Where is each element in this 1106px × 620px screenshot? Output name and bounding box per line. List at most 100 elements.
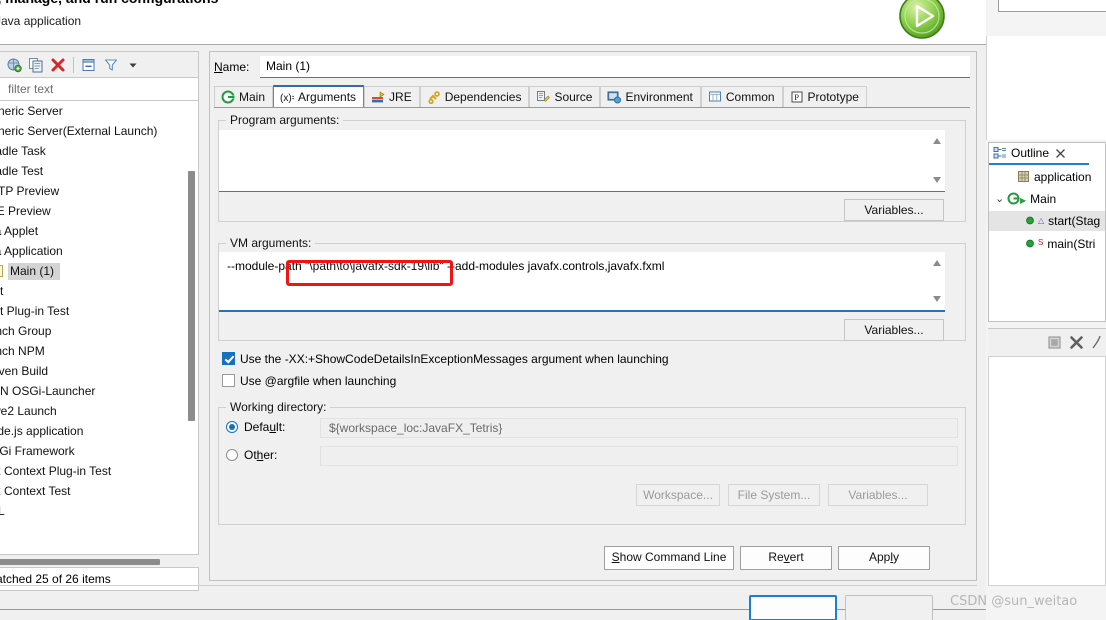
program-arguments-input[interactable] — [219, 130, 945, 192]
run-button[interactable] — [749, 595, 837, 620]
working-dir-other-row[interactable]: Other: — [226, 448, 277, 462]
duplicate-icon[interactable] — [25, 55, 47, 75]
vm-args-suffix: --add-modules javafx.controls,javafx.fxm… — [444, 259, 665, 273]
vm-arguments-variables-button[interactable]: Variables... — [844, 319, 944, 341]
outline-tree-item[interactable]: ⌄▶Main — [989, 189, 1105, 209]
list-vertical-scrollbar[interactable] — [188, 171, 195, 421]
list-item[interactable]: Unit — [0, 281, 198, 301]
list-item[interactable]: Gradle Test — [0, 161, 198, 181]
configuration-type-list[interactable]: Generic ServerGeneric Server(External La… — [0, 101, 199, 555]
page-title: te, manage, and run configurations — [0, 0, 218, 6]
apply-button[interactable]: Apply — [838, 546, 930, 570]
tab-source[interactable]: Source — [529, 86, 600, 107]
argfile-label: Use @argfile when launching — [240, 374, 396, 388]
remove-launch-icon[interactable] — [1069, 335, 1084, 350]
tab-dependencies[interactable]: Dependencies — [420, 86, 530, 107]
list-item[interactable]: Maven Build — [0, 361, 198, 381]
tab-label: Common — [726, 90, 775, 104]
working-dir-variables-button[interactable]: Variables... — [828, 484, 928, 506]
name-input[interactable]: Main (1) — [260, 56, 970, 78]
tab-environment[interactable]: Environment — [600, 86, 700, 107]
tab-jre[interactable]: JRE — [364, 86, 420, 107]
workspace-button[interactable]: Workspace... — [636, 484, 720, 506]
list-item-label: 2EE Preview — [0, 204, 51, 218]
list-item-label: ava Application — [0, 244, 63, 258]
method-public-icon — [1025, 214, 1038, 227]
list-item[interactable]: ask Context Test — [0, 481, 198, 501]
list-item[interactable]: 2EE Preview — [0, 201, 198, 221]
arguments-icon: (x)= — [280, 90, 294, 104]
filter-input[interactable]: filter text — [0, 77, 199, 101]
close-icon[interactable] — [1055, 148, 1066, 159]
tab-common[interactable]: Common — [701, 86, 783, 107]
show-code-details-checkbox-row[interactable]: Use the -XX:+ShowCodeDetailsInExceptionM… — [222, 352, 669, 366]
list-item[interactable]: OSGi Framework — [0, 441, 198, 461]
working-dir-other-value[interactable] — [320, 446, 958, 466]
list-item-label: OSGi Framework — [0, 444, 75, 458]
list-item[interactable]: Mwe2 Launch — [0, 401, 198, 421]
argfile-checkbox[interactable] — [222, 374, 235, 387]
list-horizontal-scrollbar[interactable] — [0, 559, 160, 565]
pin-console-icon[interactable] — [1091, 335, 1102, 350]
working-dir-default-radio[interactable] — [226, 421, 238, 433]
list-item[interactable]: ava Applet — [0, 221, 198, 241]
list-item[interactable]: Node.js application — [0, 421, 198, 441]
list-item[interactable]: Generic Server(External Launch) — [0, 121, 198, 141]
collapse-all-icon[interactable] — [78, 55, 100, 75]
working-dir-other-radio[interactable] — [226, 449, 238, 461]
list-item[interactable]: aunch NPM — [0, 341, 198, 361]
list-item[interactable]: HTTP Preview — [0, 181, 198, 201]
list-item-label: Gradle Task — [0, 144, 46, 158]
show-command-line-button[interactable]: Show Command Line — [604, 546, 734, 570]
tab-main[interactable]: Main — [214, 86, 273, 107]
view-menu-icon[interactable] — [122, 55, 144, 75]
working-dir-default-row[interactable]: Default: — [226, 420, 285, 434]
tab-label: Main — [239, 90, 265, 104]
terminate-icon[interactable] — [1047, 335, 1062, 350]
tab-label: Arguments — [298, 90, 356, 104]
delete-icon[interactable] — [47, 55, 69, 75]
outline-tree-item[interactable]: Smain(Stri — [989, 233, 1105, 253]
outline-tree-item[interactable]: application — [989, 167, 1105, 187]
list-item[interactable]: Generic Server — [0, 101, 198, 121]
dialog-header: te, manage, and run configurations a Jav… — [0, 0, 989, 45]
jre-icon — [371, 90, 385, 104]
outline-tree-item[interactable]: △start(Stag — [989, 211, 1105, 231]
list-item[interactable]: Gradle Task — [0, 141, 198, 161]
show-code-details-label: Use the -XX:+ShowCodeDetailsInExceptionM… — [240, 352, 669, 366]
method-static-icon — [1025, 237, 1038, 250]
chevron-down-icon[interactable]: ⌄ — [995, 189, 1004, 209]
file-system-button[interactable]: File System... — [728, 484, 820, 506]
list-item[interactable]: Main (1) — [0, 261, 198, 281]
name-label: Name: — [214, 60, 249, 74]
filter-icon[interactable] — [100, 55, 122, 75]
scroll-down-icon[interactable] — [933, 177, 941, 183]
show-code-details-checkbox[interactable] — [222, 352, 235, 365]
list-item-label: HTTP Preview — [0, 184, 59, 198]
revert-button[interactable]: Revert — [740, 546, 832, 570]
program-arguments-variables-button[interactable]: Variables... — [844, 199, 944, 221]
new-prototype-icon[interactable] — [3, 55, 25, 75]
close-button[interactable] — [845, 595, 933, 620]
vm-arguments-scrollbar[interactable] — [930, 252, 945, 310]
scroll-up-icon[interactable] — [933, 260, 941, 266]
tab-outline[interactable]: Outline — [989, 143, 1089, 165]
right-side-views: Find Outline application⌄▶Main△start(Sta… — [986, 0, 1106, 620]
list-item[interactable]: ask Context Plug-in Test — [0, 461, 198, 481]
argfile-checkbox-row[interactable]: Use @argfile when launching — [222, 374, 396, 388]
list-item[interactable]: ava Application — [0, 241, 198, 261]
tab-arguments[interactable]: (x)= Arguments — [273, 85, 364, 107]
tab-prototype[interactable]: PPrototype — [783, 86, 867, 107]
list-item-label: aunch NPM — [0, 344, 45, 358]
list-item[interactable]: XSL — [0, 501, 198, 521]
vm-args-highlighted-path: "\path\to\javafx-sdk-19\lib" — [305, 259, 444, 273]
list-item[interactable]: Unit Plug-in Test — [0, 301, 198, 321]
list-item[interactable]: MVN OSGi-Launcher — [0, 381, 198, 401]
outline-item-label: application — [1034, 170, 1091, 184]
scroll-up-icon[interactable] — [933, 138, 941, 144]
program-arguments-scrollbar[interactable] — [930, 130, 945, 191]
vm-arguments-input[interactable]: --module-path "\path\to\javafx-sdk-19\li… — [219, 252, 945, 312]
scroll-down-icon[interactable] — [933, 296, 941, 302]
list-item[interactable]: aunch Group — [0, 321, 198, 341]
list-item-label: Gradle Test — [0, 164, 43, 178]
